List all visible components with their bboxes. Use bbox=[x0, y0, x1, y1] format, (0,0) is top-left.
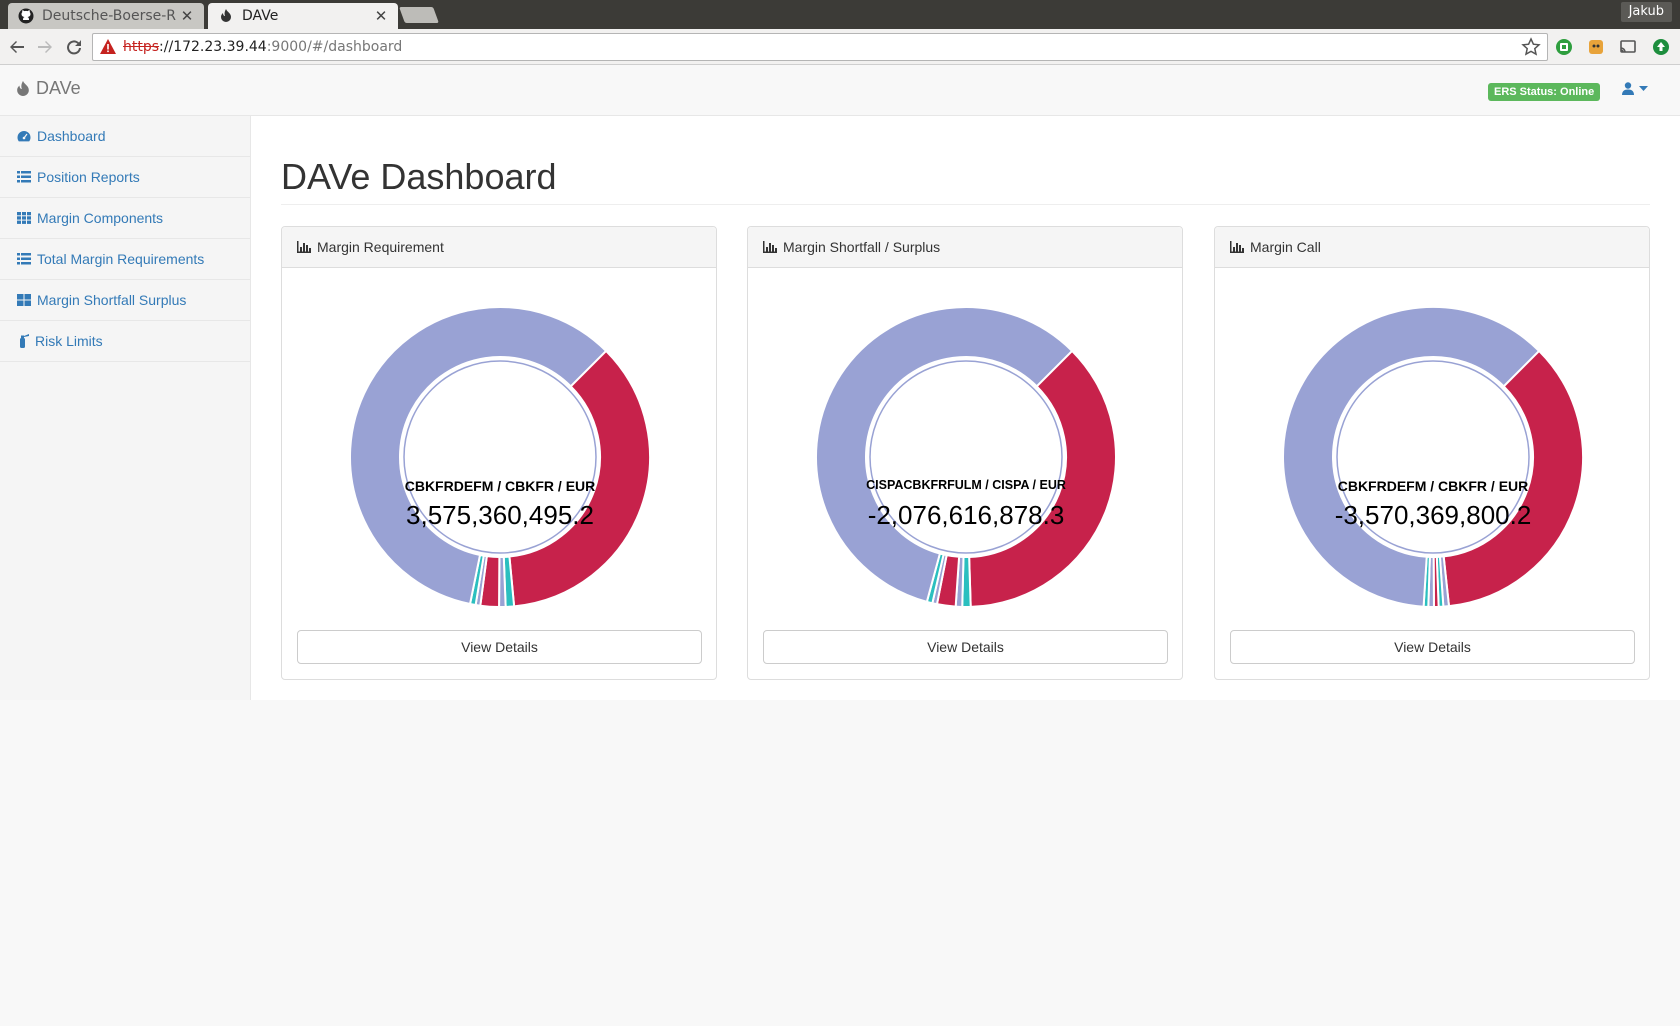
app-navbar: DAVe ERS Status: Online bbox=[0, 65, 1680, 116]
url-scheme: https bbox=[123, 39, 160, 55]
caret-down-icon bbox=[1639, 86, 1648, 91]
cast-icon[interactable] bbox=[1618, 37, 1638, 57]
close-tab-icon[interactable]: ✕ bbox=[374, 7, 388, 25]
sidebar-item-label: Risk Limits bbox=[35, 333, 103, 349]
account-value: 3,575,360,495.2 bbox=[406, 500, 594, 530]
back-icon[interactable] bbox=[5, 35, 29, 59]
sidebar-item-risk-limits[interactable]: Risk Limits bbox=[0, 321, 250, 362]
fire-extinguisher-icon bbox=[20, 334, 29, 348]
page-title: DAVe Dashboard bbox=[281, 156, 557, 197]
donut-chart bbox=[1282, 306, 1584, 609]
sidebar-item-label: Dashboard bbox=[37, 128, 106, 144]
sidebar-item-total-margin-requirements[interactable]: Total Margin Requirements bbox=[0, 239, 250, 280]
new-tab-button[interactable] bbox=[399, 7, 439, 23]
insecure-warning-icon bbox=[100, 39, 116, 54]
grid-icon bbox=[17, 294, 31, 306]
panel-title: Margin Shortfall / Surplus bbox=[783, 239, 941, 255]
panel-heading: Margin Shortfall / Surplus bbox=[748, 227, 1182, 268]
url-path: :9000/#/dashboard bbox=[266, 39, 403, 55]
reload-icon[interactable] bbox=[62, 35, 86, 59]
address-bar[interactable]: https://172.23.39.44:9000/#/dashboard bbox=[92, 33, 1548, 61]
browser-tab-github[interactable]: Deutsche-Boerse-R ✕ bbox=[8, 3, 204, 29]
main-content: DAVe Dashboard Margin Requirement CBKFRD… bbox=[251, 116, 1680, 700]
account-label: CBKFRDEFM / CBKFR / EUR bbox=[1337, 478, 1529, 494]
extension-green-icon[interactable] bbox=[1554, 37, 1574, 57]
extension-orange-icon[interactable] bbox=[1586, 37, 1606, 57]
donut-chart bbox=[815, 306, 1117, 608]
view-details-button[interactable]: View Details bbox=[1230, 630, 1635, 664]
browser-tab-strip: Deutsche-Boerse-R ✕ DAVe ✕ Jakub bbox=[0, 0, 1680, 29]
url-host: ://172.23.39.44 bbox=[159, 39, 267, 55]
bar-chart-icon bbox=[1230, 241, 1244, 253]
sidebar-item-margin-shortfall-surplus[interactable]: Margin Shortfall Surplus bbox=[0, 280, 250, 321]
github-icon bbox=[18, 8, 34, 24]
brand-name: DAVe bbox=[36, 78, 81, 98]
bar-chart-icon bbox=[763, 241, 777, 253]
profile-button[interactable]: Jakub bbox=[1620, 2, 1672, 22]
list-icon bbox=[17, 171, 31, 183]
sidebar-item-position-reports[interactable]: Position Reports bbox=[0, 157, 250, 198]
panel-heading: Margin Requirement bbox=[282, 227, 716, 268]
grid-icon bbox=[17, 212, 31, 224]
view-details-button[interactable]: View Details bbox=[297, 630, 702, 664]
sidebar: Dashboard Position Reports Margin Compon… bbox=[0, 116, 251, 700]
sidebar-item-label: Total Margin Requirements bbox=[37, 251, 205, 267]
close-tab-icon[interactable]: ✕ bbox=[180, 7, 194, 25]
sidebar-item-dashboard[interactable]: Dashboard bbox=[0, 116, 250, 157]
panel-title: Margin Requirement bbox=[317, 239, 444, 255]
forward-icon[interactable] bbox=[33, 35, 57, 59]
panel-heading: Margin Call bbox=[1215, 227, 1649, 268]
bookmark-star-icon[interactable] bbox=[1521, 37, 1541, 57]
account-label: CBKFRDEFM / CBKFR / EUR bbox=[404, 478, 596, 494]
bar-chart-icon bbox=[297, 241, 311, 253]
browser-toolbar: https://172.23.39.44:9000/#/dashboard bbox=[0, 29, 1680, 65]
panel-margin-shortfall-surplus: Margin Shortfall / Surplus CISPACBKFRFUL… bbox=[747, 226, 1183, 680]
dashboard-icon bbox=[17, 131, 31, 142]
status-badge: ERS Status: Online bbox=[1488, 83, 1601, 101]
fire-icon bbox=[17, 80, 29, 96]
list-icon bbox=[17, 253, 31, 265]
sidebar-item-margin-components[interactable]: Margin Components bbox=[0, 198, 250, 239]
title-divider bbox=[281, 204, 1650, 205]
panel-margin-requirement: Margin Requirement CBKFRDEFM / CBKFR / E… bbox=[281, 226, 717, 680]
account-label: CISPACBKFRFULM / CISPA / EUR bbox=[866, 478, 1066, 492]
sidebar-item-label: Margin Components bbox=[37, 210, 164, 226]
brand[interactable]: DAVe bbox=[16, 78, 81, 99]
account-value: -3,570,369,800.2 bbox=[1334, 500, 1532, 530]
account-value: -2,076,616,878.3 bbox=[867, 500, 1065, 530]
sidebar-item-label: Margin Shortfall Surplus bbox=[37, 292, 187, 308]
browser-tab-dave[interactable]: DAVe ✕ bbox=[208, 3, 398, 29]
user-menu[interactable] bbox=[1622, 82, 1648, 95]
user-icon bbox=[1622, 82, 1634, 95]
sidebar-item-label: Position Reports bbox=[37, 169, 140, 185]
update-icon[interactable] bbox=[1651, 37, 1671, 57]
view-details-button[interactable]: View Details bbox=[763, 630, 1168, 664]
fire-icon bbox=[218, 8, 234, 24]
panel-margin-call: Margin Call CBKFRDEFM / CBKFR / EUR -3,5… bbox=[1214, 226, 1650, 680]
donut-chart bbox=[349, 306, 651, 609]
tab-title: Deutsche-Boerse-R bbox=[42, 8, 177, 24]
panel-title: Margin Call bbox=[1250, 239, 1321, 255]
tab-title: DAVe bbox=[242, 8, 279, 24]
